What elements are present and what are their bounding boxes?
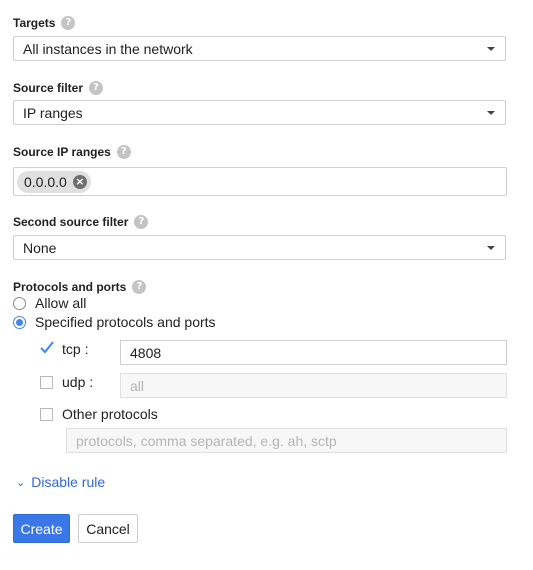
targets-select-value: All instances in the network	[23, 40, 193, 57]
udp-ports-input[interactable]	[120, 373, 507, 398]
tcp-checkbox-row[interactable]: tcp :	[40, 340, 89, 357]
tcp-label: tcp :	[62, 341, 89, 357]
ip-range-chip: 0.0.0.0 ×	[17, 171, 91, 193]
help-icon[interactable]: ?	[132, 280, 147, 294]
create-button[interactable]: Create	[13, 514, 70, 543]
caret-down-icon	[487, 111, 495, 115]
radio-allow-all[interactable]: Allow all	[13, 295, 86, 311]
disable-rule-label: Disable rule	[31, 474, 106, 490]
targets-label: Targets	[13, 16, 56, 30]
udp-label: udp :	[62, 374, 94, 390]
tcp-checkbox[interactable]	[40, 340, 54, 356]
ip-range-chip-label: 0.0.0.0	[24, 174, 67, 190]
cancel-button[interactable]: Cancel	[78, 514, 138, 543]
udp-checkbox[interactable]	[40, 375, 53, 389]
other-protocols-label: Other protocols	[62, 406, 158, 422]
radio-button-selected[interactable]	[13, 315, 26, 329]
help-icon[interactable]: ?	[134, 215, 149, 229]
other-protocols-input[interactable]	[66, 428, 507, 453]
targets-select[interactable]: All instances in the network	[13, 36, 506, 61]
source-ip-ranges-label: Source IP ranges	[13, 145, 111, 159]
protocols-label-row: Protocols and ports ?	[13, 279, 147, 295]
udp-checkbox-row[interactable]: udp :	[40, 374, 93, 390]
other-protocols-checkbox-row[interactable]: Other protocols	[40, 406, 158, 422]
radio-button[interactable]	[13, 296, 26, 310]
protocols-label: Protocols and ports	[13, 280, 127, 294]
tcp-ports-input[interactable]	[120, 340, 507, 365]
check-icon	[40, 340, 54, 353]
targets-label-row: Targets ?	[13, 15, 76, 31]
second-source-filter-select-value: None	[23, 239, 57, 256]
help-icon[interactable]: ?	[61, 16, 76, 30]
caret-down-icon	[487, 246, 495, 250]
source-ip-ranges-label-row: Source IP ranges ?	[13, 144, 131, 160]
help-icon[interactable]: ?	[116, 145, 131, 159]
source-ip-ranges-input[interactable]: 0.0.0.0 ×	[13, 167, 507, 196]
source-filter-label: Source filter	[13, 81, 84, 95]
second-source-filter-label-row: Second source filter ?	[13, 214, 149, 230]
source-filter-select-value: IP ranges	[23, 104, 83, 121]
double-chevron-down-icon: ⌄	[16, 475, 26, 489]
radio-specified-label: Specified protocols and ports	[35, 314, 216, 330]
other-protocols-checkbox[interactable]	[40, 407, 53, 421]
radio-specified-protocols[interactable]: Specified protocols and ports	[13, 314, 216, 330]
caret-down-icon	[487, 47, 495, 51]
second-source-filter-select[interactable]: None	[13, 235, 506, 260]
remove-chip-icon[interactable]: ×	[72, 175, 87, 189]
radio-allow-all-label: Allow all	[35, 295, 87, 311]
second-source-filter-label: Second source filter	[13, 215, 129, 229]
source-filter-select[interactable]: IP ranges	[13, 100, 506, 125]
help-icon[interactable]: ?	[89, 81, 104, 95]
disable-rule-link[interactable]: ⌄ Disable rule	[16, 474, 105, 490]
source-filter-label-row: Source filter ?	[13, 80, 104, 96]
